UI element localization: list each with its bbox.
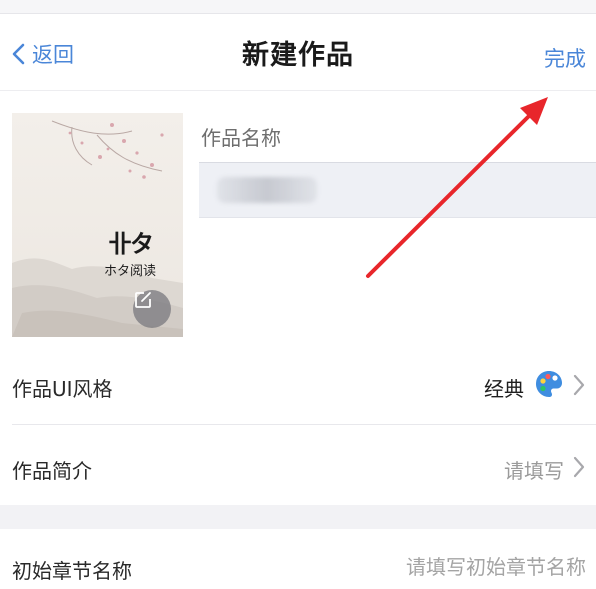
first-chapter-label: 初始章节名称 bbox=[12, 559, 132, 583]
chevron-right-icon bbox=[573, 374, 585, 396]
work-name-input[interactable] bbox=[199, 162, 596, 218]
done-button[interactable]: 完成 bbox=[544, 43, 586, 73]
blurred-text bbox=[217, 177, 317, 203]
divider bbox=[12, 424, 596, 425]
page-title: 新建作品 bbox=[242, 40, 354, 71]
ui-style-row[interactable]: 作品UI风格 经典 bbox=[0, 345, 596, 425]
ui-style-value: 经典 bbox=[484, 377, 524, 401]
logo-text: ホタ阅读 bbox=[104, 264, 157, 279]
intro-label: 作品简介 bbox=[12, 459, 92, 483]
status-strip bbox=[0, 0, 596, 14]
first-chapter-row[interactable]: 初始章节名称 请填写初始章节名称 bbox=[0, 529, 596, 589]
ui-style-label: 作品UI风格 bbox=[12, 377, 113, 401]
cover-image[interactable]: 卝タ ホタ阅读 bbox=[12, 113, 183, 337]
work-name-label: 作品名称 bbox=[201, 126, 281, 150]
palette-icon bbox=[536, 371, 562, 397]
intro-row[interactable]: 作品简介 请填写 bbox=[0, 427, 596, 507]
new-work-screen: 返回 新建作品 完成 卝タ ホタ阅读 作品名称 作品UI风格 经典 作品简介 请… bbox=[0, 0, 596, 589]
edit-icon bbox=[135, 292, 151, 308]
first-chapter-placeholder: 请填写初始章节名称 bbox=[406, 555, 586, 579]
edit-cover-button[interactable] bbox=[133, 290, 171, 328]
intro-placeholder: 请填写 bbox=[504, 459, 564, 483]
section-gap bbox=[0, 505, 596, 529]
app-logo: 卝タ ホタ阅读 bbox=[104, 231, 156, 279]
navigation-bar: 返回 新建作品 完成 bbox=[0, 15, 596, 91]
chevron-right-icon bbox=[573, 456, 585, 478]
logo-glyph: 卝タ bbox=[108, 230, 154, 258]
